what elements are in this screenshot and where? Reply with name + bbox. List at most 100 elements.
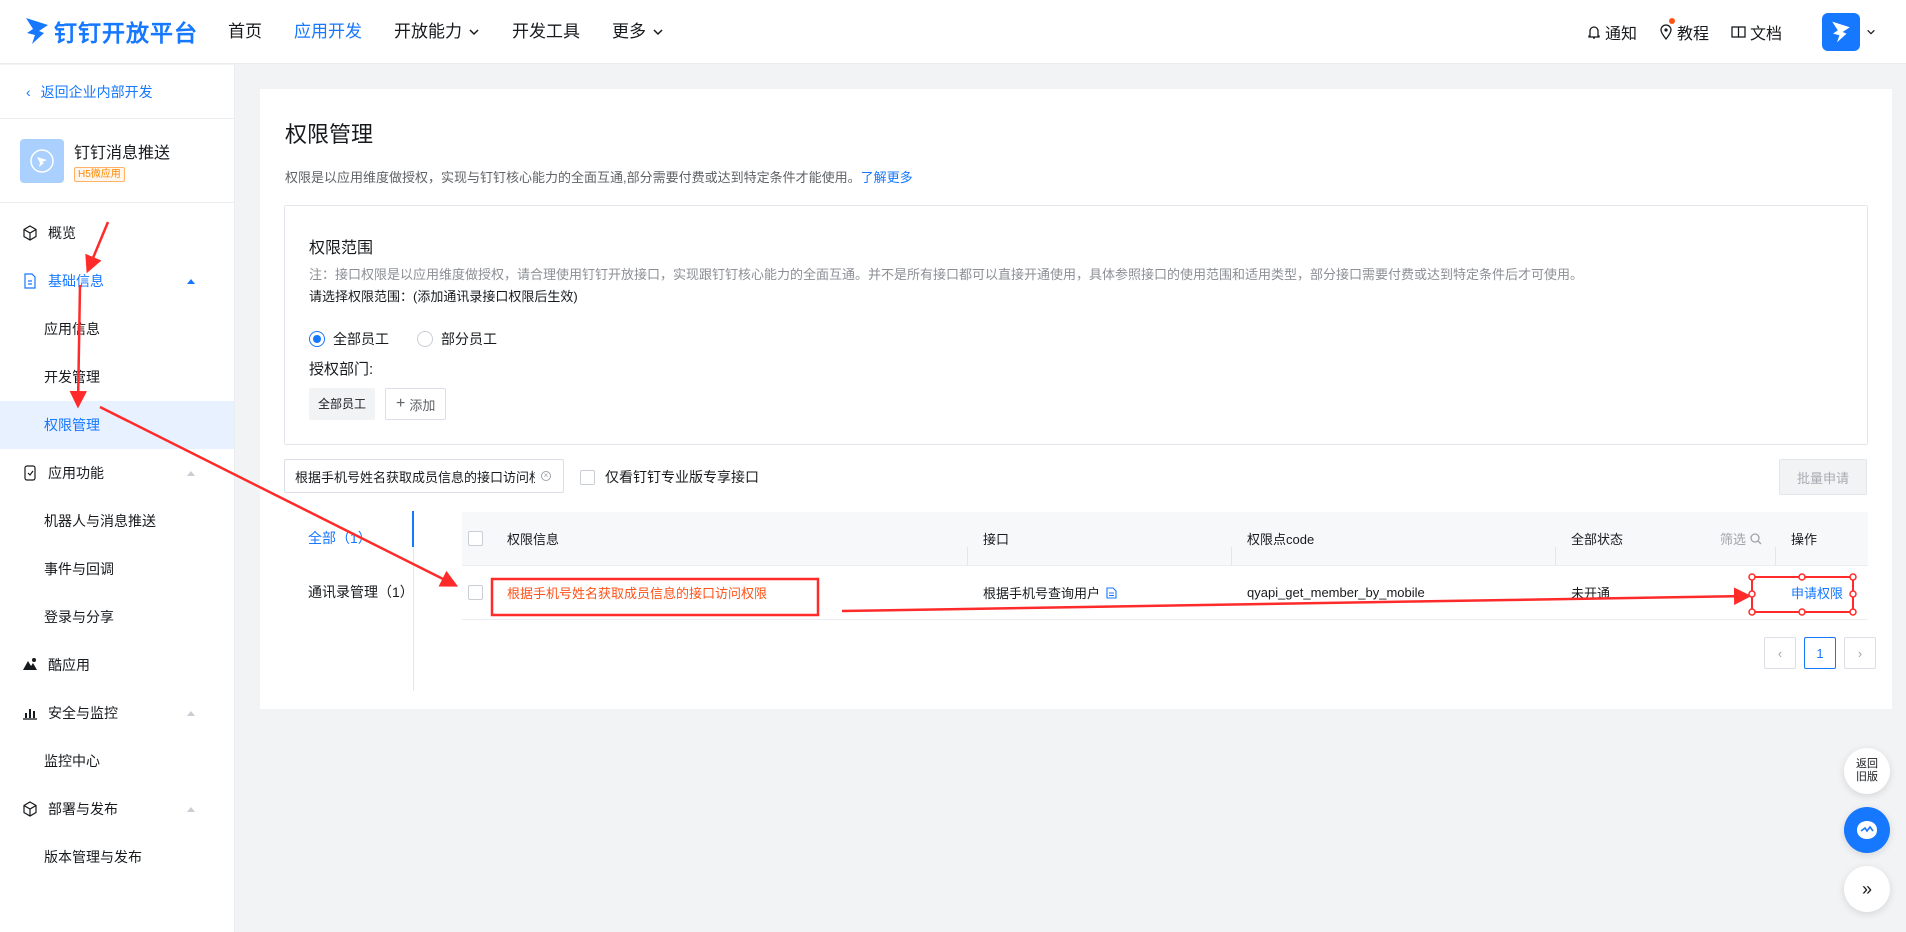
radio-some-employees[interactable]: 部分员工: [417, 329, 497, 349]
nav-app-dev[interactable]: 应用开发: [294, 0, 362, 64]
sidebar-item-app-info[interactable]: 应用信息: [0, 305, 234, 353]
search-input[interactable]: 根据手机号姓名获取成员信息的接口访问权限 ×: [284, 459, 564, 493]
nav-more[interactable]: 更多: [612, 0, 664, 64]
clear-icon[interactable]: ×: [541, 471, 551, 481]
page-number[interactable]: 1: [1804, 637, 1836, 669]
nav-open-capability[interactable]: 开放能力: [394, 0, 480, 64]
checkbox-icon: [580, 469, 595, 485]
row-checkbox[interactable]: [468, 585, 483, 600]
next-page-button[interactable]: ›: [1844, 637, 1876, 669]
assistant-icon: [1857, 821, 1877, 839]
add-dept-button[interactable]: + 添加: [385, 388, 447, 420]
scope-radio-group: 全部员工 部分员工: [309, 329, 525, 349]
back-to-old-version-button[interactable]: 返回旧版: [1844, 748, 1890, 794]
dept-row: 全部员工 + 添加: [309, 388, 447, 420]
dingtalk-logo-icon: [26, 18, 48, 44]
sidebar-item-app-features[interactable]: 应用功能: [0, 449, 234, 497]
sidebar-item-monitor[interactable]: 监控中心: [0, 737, 234, 785]
double-chevron-right-icon: »: [1861, 878, 1872, 899]
nav-home[interactable]: 首页: [228, 0, 262, 64]
col-action-label: 操作: [1791, 532, 1818, 547]
back-label: 返回企业内部开发: [40, 83, 153, 100]
sidebar-item-overview[interactable]: 概览: [0, 209, 234, 257]
caret-up-icon: [187, 711, 195, 716]
caret-up-icon: [187, 279, 195, 284]
scope-hint: 请选择权限范围：(添加通讯录接口权限后生效): [309, 289, 578, 304]
sidebar-item-events[interactable]: 事件与回调: [0, 545, 234, 593]
apply-permission-button[interactable]: 申请权限: [1791, 586, 1843, 601]
sidebar-item-monitor-label: 监控中心: [44, 753, 100, 769]
radio-all-employees-label: 全部员工: [333, 331, 389, 347]
back-link[interactable]: ‹ 返回企业内部开发: [0, 65, 234, 119]
user-menu[interactable]: [1822, 13, 1876, 51]
sidebar-item-login-share[interactable]: 登录与分享: [0, 593, 234, 641]
category-contacts[interactable]: 通讯录管理（1）: [284, 565, 414, 619]
plus-icon: +: [396, 395, 406, 412]
sidebar-item-events-label: 事件与回调: [44, 561, 114, 577]
app-logo-icon: [30, 148, 54, 173]
sidebar-item-security[interactable]: 安全与监控: [0, 689, 234, 737]
page-description: 权限是以应用维度做授权，实现与钉钉核心能力的全面互通,部分需要付费或达到特定条件…: [285, 167, 913, 186]
sidebar-item-permission[interactable]: 权限管理: [0, 401, 234, 449]
notify-button[interactable]: 通知: [1587, 20, 1637, 44]
pro-only-checkbox[interactable]: 仅看钉钉专业版专享接口: [580, 467, 759, 487]
category-all[interactable]: 全部（1）: [284, 511, 414, 565]
learn-more-link[interactable]: 了解更多: [861, 170, 913, 185]
search-input-value: 根据手机号姓名获取成员信息的接口访问权限: [295, 469, 535, 485]
sidebar-item-deploy[interactable]: 部署与发布: [0, 785, 234, 833]
sidebar-item-security-label: 安全与监控: [48, 705, 118, 721]
pro-only-label: 仅看钉钉专业版专享接口: [605, 469, 759, 485]
col-api-label: 接口: [983, 532, 1010, 547]
radio-all-employees[interactable]: 全部员工: [309, 329, 389, 349]
back-to-old-version-label: 返回旧版: [1856, 758, 1878, 783]
permission-code: qyapi_get_member_by_mobile: [1247, 585, 1425, 600]
sidebar-item-login-share-label: 登录与分享: [44, 609, 114, 625]
radio-checked-icon: [309, 331, 325, 347]
assistant-button[interactable]: [1844, 807, 1890, 853]
col-perm-info-label: 权限信息: [507, 532, 560, 547]
sidebar-item-cool-app[interactable]: 酷应用: [0, 641, 234, 689]
chevron-left-icon: ‹: [26, 83, 31, 100]
brand-logo[interactable]: 钉钉开放平台: [24, 14, 198, 48]
sidebar-item-robot[interactable]: 机器人与消息推送: [0, 497, 234, 545]
batch-apply-button[interactable]: 批量申请: [1779, 459, 1867, 495]
cool-app-icon: [22, 657, 38, 673]
expand-button[interactable]: »: [1844, 866, 1890, 912]
header-tools: 通知 教程 文档: [1565, 0, 1876, 64]
nav-open-capability-label: 开放能力: [394, 22, 462, 41]
chevron-right-icon: ›: [1857, 645, 1863, 661]
pagination: ‹ 1 ›: [1756, 637, 1876, 669]
radio-unchecked-icon: [417, 331, 433, 347]
cube-icon: [22, 225, 38, 241]
doc-link-icon[interactable]: [1106, 586, 1117, 599]
nav-dev-tools[interactable]: 开发工具: [512, 0, 580, 64]
sidebar-item-version[interactable]: 版本管理与发布: [0, 833, 234, 881]
col-code: 权限点code: [1232, 529, 1556, 565]
notification-dot: [1668, 18, 1675, 24]
table-row: 根据手机号姓名获取成员信息的接口访问权限 根据手机号查询用户 qyapi_get…: [462, 566, 1868, 620]
nav-app-dev-label: 应用开发: [294, 22, 362, 41]
category-all-label: 全部（1）: [308, 530, 372, 546]
status-filter-label: 筛选: [1719, 532, 1746, 547]
category-list: 全部（1） 通讯录管理（1）: [284, 511, 414, 691]
app-function-icon: [22, 465, 38, 481]
select-all-checkbox[interactable]: [468, 531, 483, 546]
search-icon: [1750, 532, 1762, 544]
col-code-label: 权限点code: [1247, 532, 1315, 547]
tutorial-label: 教程: [1676, 26, 1709, 43]
docs-label: 文档: [1749, 26, 1782, 43]
nav-more-label: 更多: [612, 22, 646, 41]
prev-page-button[interactable]: ‹: [1764, 637, 1796, 669]
sidebar-item-dev-manage-label: 开发管理: [44, 369, 100, 385]
category-contacts-label: 通讯录管理（1）: [308, 584, 414, 600]
permission-name: 根据手机号姓名获取成员信息的接口访问权限: [507, 586, 768, 601]
dept-tag: 全部员工: [309, 388, 376, 420]
sidebar-item-version-label: 版本管理与发布: [44, 849, 142, 865]
status-filter[interactable]: 筛选: [1720, 529, 1762, 548]
sidebar-item-dev-manage[interactable]: 开发管理: [0, 353, 234, 401]
sidebar-item-basic-info[interactable]: 基础信息: [0, 257, 234, 305]
table-header: 权限信息 接口 权限点code 全部状态 筛选 操作: [462, 512, 1868, 566]
tutorial-button[interactable]: 教程: [1659, 18, 1709, 44]
docs-button[interactable]: 文档: [1731, 20, 1782, 44]
sidebar-item-deploy-label: 部署与发布: [48, 801, 118, 817]
